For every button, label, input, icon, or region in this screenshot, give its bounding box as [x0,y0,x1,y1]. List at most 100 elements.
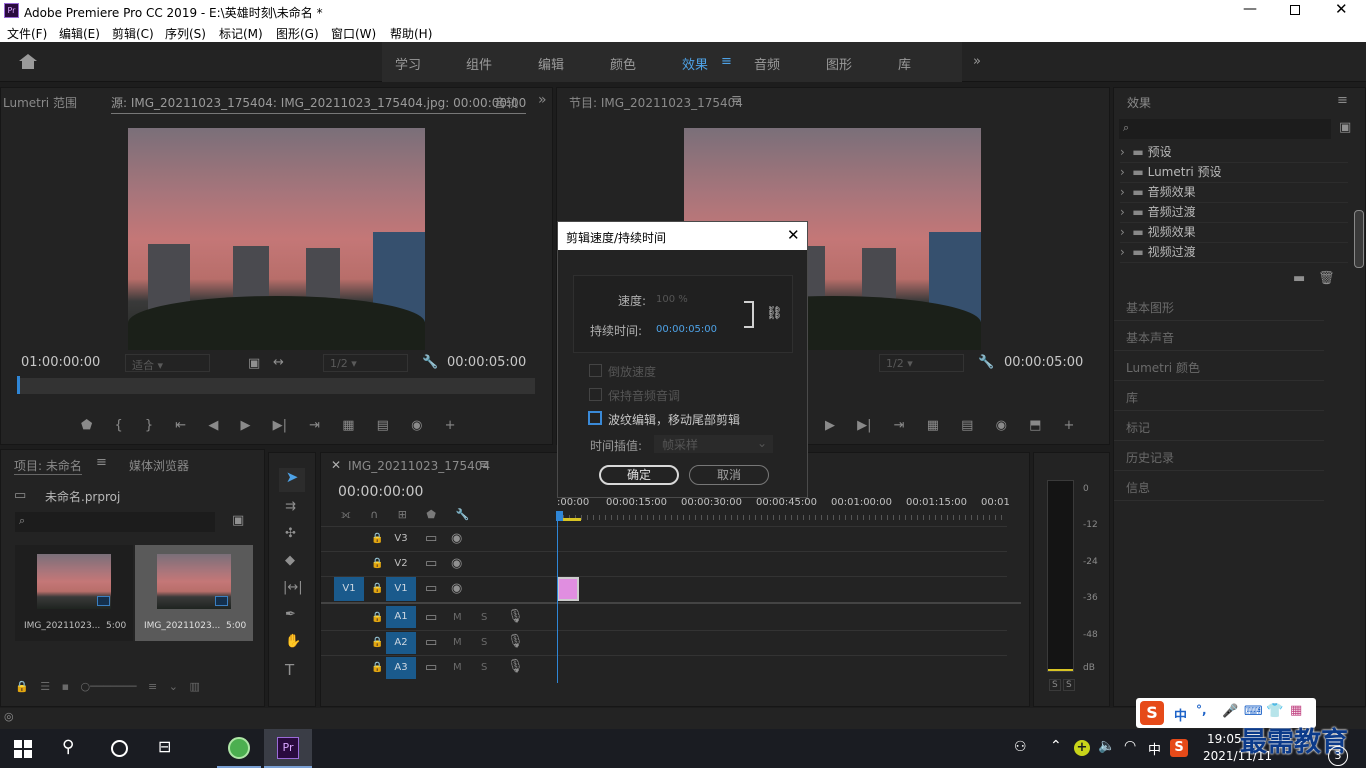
a1-sync-icon[interactable]: ▭ [425,610,437,625]
a2-solo[interactable]: S [481,637,487,648]
duration-value[interactable]: 00:00:05:00 [656,324,717,335]
clip-thumb-2[interactable]: IMG_20211023... 5:00 [135,545,253,641]
new-bin-icon[interactable]: ▣ [1339,120,1351,135]
search-taskbar-icon[interactable]: ⚲ [62,737,74,757]
camera-icon[interactable]: ◉ [411,418,422,433]
ime-skin-icon[interactable]: 👕 [1266,703,1283,719]
razor-icon[interactable]: ◆ [285,553,295,568]
a3-sync-icon[interactable]: ▭ [425,660,437,675]
sogou-logo-icon[interactable]: S [1140,701,1164,725]
v1-sync-icon[interactable]: ▭ [425,581,437,596]
cortana-icon[interactable] [111,740,128,757]
v1-eye-icon[interactable]: ◉ [451,581,462,596]
link-chain-icon[interactable]: ⛓ [766,306,783,321]
timeline-close-icon[interactable]: ✕ [331,458,341,472]
start-icon[interactable] [14,740,32,758]
source-scrub-bar[interactable] [17,376,535,394]
resolution-select[interactable]: 1/2 ▾ [323,354,408,372]
mark-in-icon[interactable]: { [114,418,122,433]
wrench-icon[interactable]: 🔧 [422,355,438,370]
ime-mic-icon[interactable]: 🎤 [1222,704,1238,719]
a1-solo[interactable]: S [481,612,487,623]
more-workspaces-icon[interactable]: » [973,54,981,69]
time-interpolation-select[interactable]: 帧采样 ⌄ [654,435,773,453]
a2-mic-icon[interactable]: 🎙 [507,634,524,649]
panel-info[interactable]: 信息 [1114,471,1324,501]
clock-time[interactable]: 19:05 [1207,732,1242,746]
tab-lumetri-scopes[interactable]: Lumetri 范围 [3,94,77,111]
ripple-edit-checkbox[interactable] [588,411,602,425]
track-a3-label[interactable]: A3 [386,657,416,679]
reverse-speed-checkbox[interactable] [589,364,602,377]
step-forward-icon[interactable]: ▶| [273,418,287,433]
people-icon[interactable]: ⚇ [1014,739,1027,755]
ime-apps-icon[interactable]: ▦ [1290,703,1302,718]
ws-effects[interactable]: 效果 [682,54,708,73]
type-tool-icon[interactable]: T [285,661,294,679]
source-v1-patch[interactable]: V1 [334,577,364,601]
project-bin-icon[interactable]: ▣ [232,513,244,528]
settings-arrows-icon[interactable]: ↔ [273,355,284,370]
program-step-forward-icon[interactable]: ▶| [857,418,871,433]
a3-lock-icon[interactable]: 🔒 [371,662,383,673]
overwrite-icon[interactable]: ▤ [377,418,389,433]
a1-lock-icon[interactable]: 🔒 [371,612,383,623]
v3-sync-icon[interactable]: ▭ [425,531,437,546]
program-resolution-select[interactable]: 1/2 ▾ [879,354,964,372]
tab-audio-mixer[interactable]: 音轨 [494,94,518,111]
effects-item-lumetri-presets[interactable]: › ▬ Lumetri 预设 [1120,163,1348,183]
list-view-icon[interactable]: ☰ [40,680,50,693]
ripple-edit-icon[interactable]: ✣ [285,526,296,541]
ws-audio[interactable]: 音频 [754,54,780,73]
ws-graphics[interactable]: 图形 [826,54,852,73]
clip-thumb-1[interactable]: IMG_20211023... 5:00 [15,545,133,641]
tab-source[interactable]: 源: IMG_20211023_175404: IMG_20211023_175… [111,94,527,114]
browser-app-icon[interactable] [228,737,250,759]
panel-libraries[interactable]: 库 [1114,381,1324,411]
effects-folder-icon[interactable]: ▬ [1293,271,1305,286]
restore-icon[interactable] [1290,5,1300,15]
program-play-icon[interactable]: ▶ [825,418,835,433]
effects-item-presets[interactable]: › ▬ 预设 [1120,143,1348,163]
source-playhead[interactable] [17,376,20,394]
tray-app-icon[interactable]: + [1074,740,1090,756]
effects-scrollbar[interactable] [1354,210,1364,268]
maintain-pitch-checkbox[interactable] [589,388,602,401]
project-search-input[interactable]: ⌕ [15,512,215,532]
tab-effects[interactable]: 效果 [1127,94,1151,111]
v2-eye-icon[interactable]: ◉ [451,556,462,571]
a3-mic-icon[interactable]: 🎙 [507,659,524,674]
lift-icon[interactable]: ▦ [927,418,939,433]
a1-mic-icon[interactable]: 🎙 [507,609,524,624]
mark-out-icon[interactable]: } [145,418,153,433]
sort-icon[interactable]: ≡ [148,680,157,693]
ws-color[interactable]: 颜色 [610,54,636,73]
automate-icon[interactable]: ▥ [189,680,199,693]
extract-icon[interactable]: ▤ [961,418,973,433]
effects-search-input[interactable]: ⌕ [1119,119,1331,139]
track-v2-label[interactable]: V2 [387,558,415,569]
program-menu-icon[interactable]: ≡ [731,92,742,107]
tab-program[interactable]: 节目: IMG_20211023_175404 [569,94,743,111]
panel-essential-graphics[interactable]: 基本图形 [1114,291,1324,321]
ok-button[interactable]: 确定 [599,465,679,485]
zoom-slider-icon[interactable]: ○─────── [81,680,137,693]
panel-markers[interactable]: 标记 [1114,411,1324,441]
go-to-out-icon[interactable]: ⇥ [309,418,320,433]
v2-sync-icon[interactable]: ▭ [425,556,437,571]
icon-view-icon[interactable]: ▪ [62,680,69,693]
pen-icon[interactable]: ✒ [285,607,296,622]
premiere-taskbar-button[interactable]: Pr [264,729,312,768]
notification-badge[interactable]: 3 [1328,746,1348,766]
menu-help[interactable]: 帮助(H) [390,25,432,42]
menu-marker[interactable]: 标记(M) [219,25,263,42]
ws-editing[interactable]: 编辑 [538,54,564,73]
task-view-icon[interactable]: ⊟ [158,737,171,756]
a3-solo[interactable]: S [481,662,487,673]
ws-learn[interactable]: 学习 [395,54,421,73]
a3-mute[interactable]: M [453,662,462,673]
source-playhead-timecode[interactable]: 01:00:00:00 [21,355,100,370]
effects-item-audio-transitions[interactable]: › ▬ 音频过渡 [1120,203,1348,223]
minimize-icon[interactable]: — [1243,1,1257,17]
sogou-tray-icon[interactable]: S [1170,739,1188,757]
